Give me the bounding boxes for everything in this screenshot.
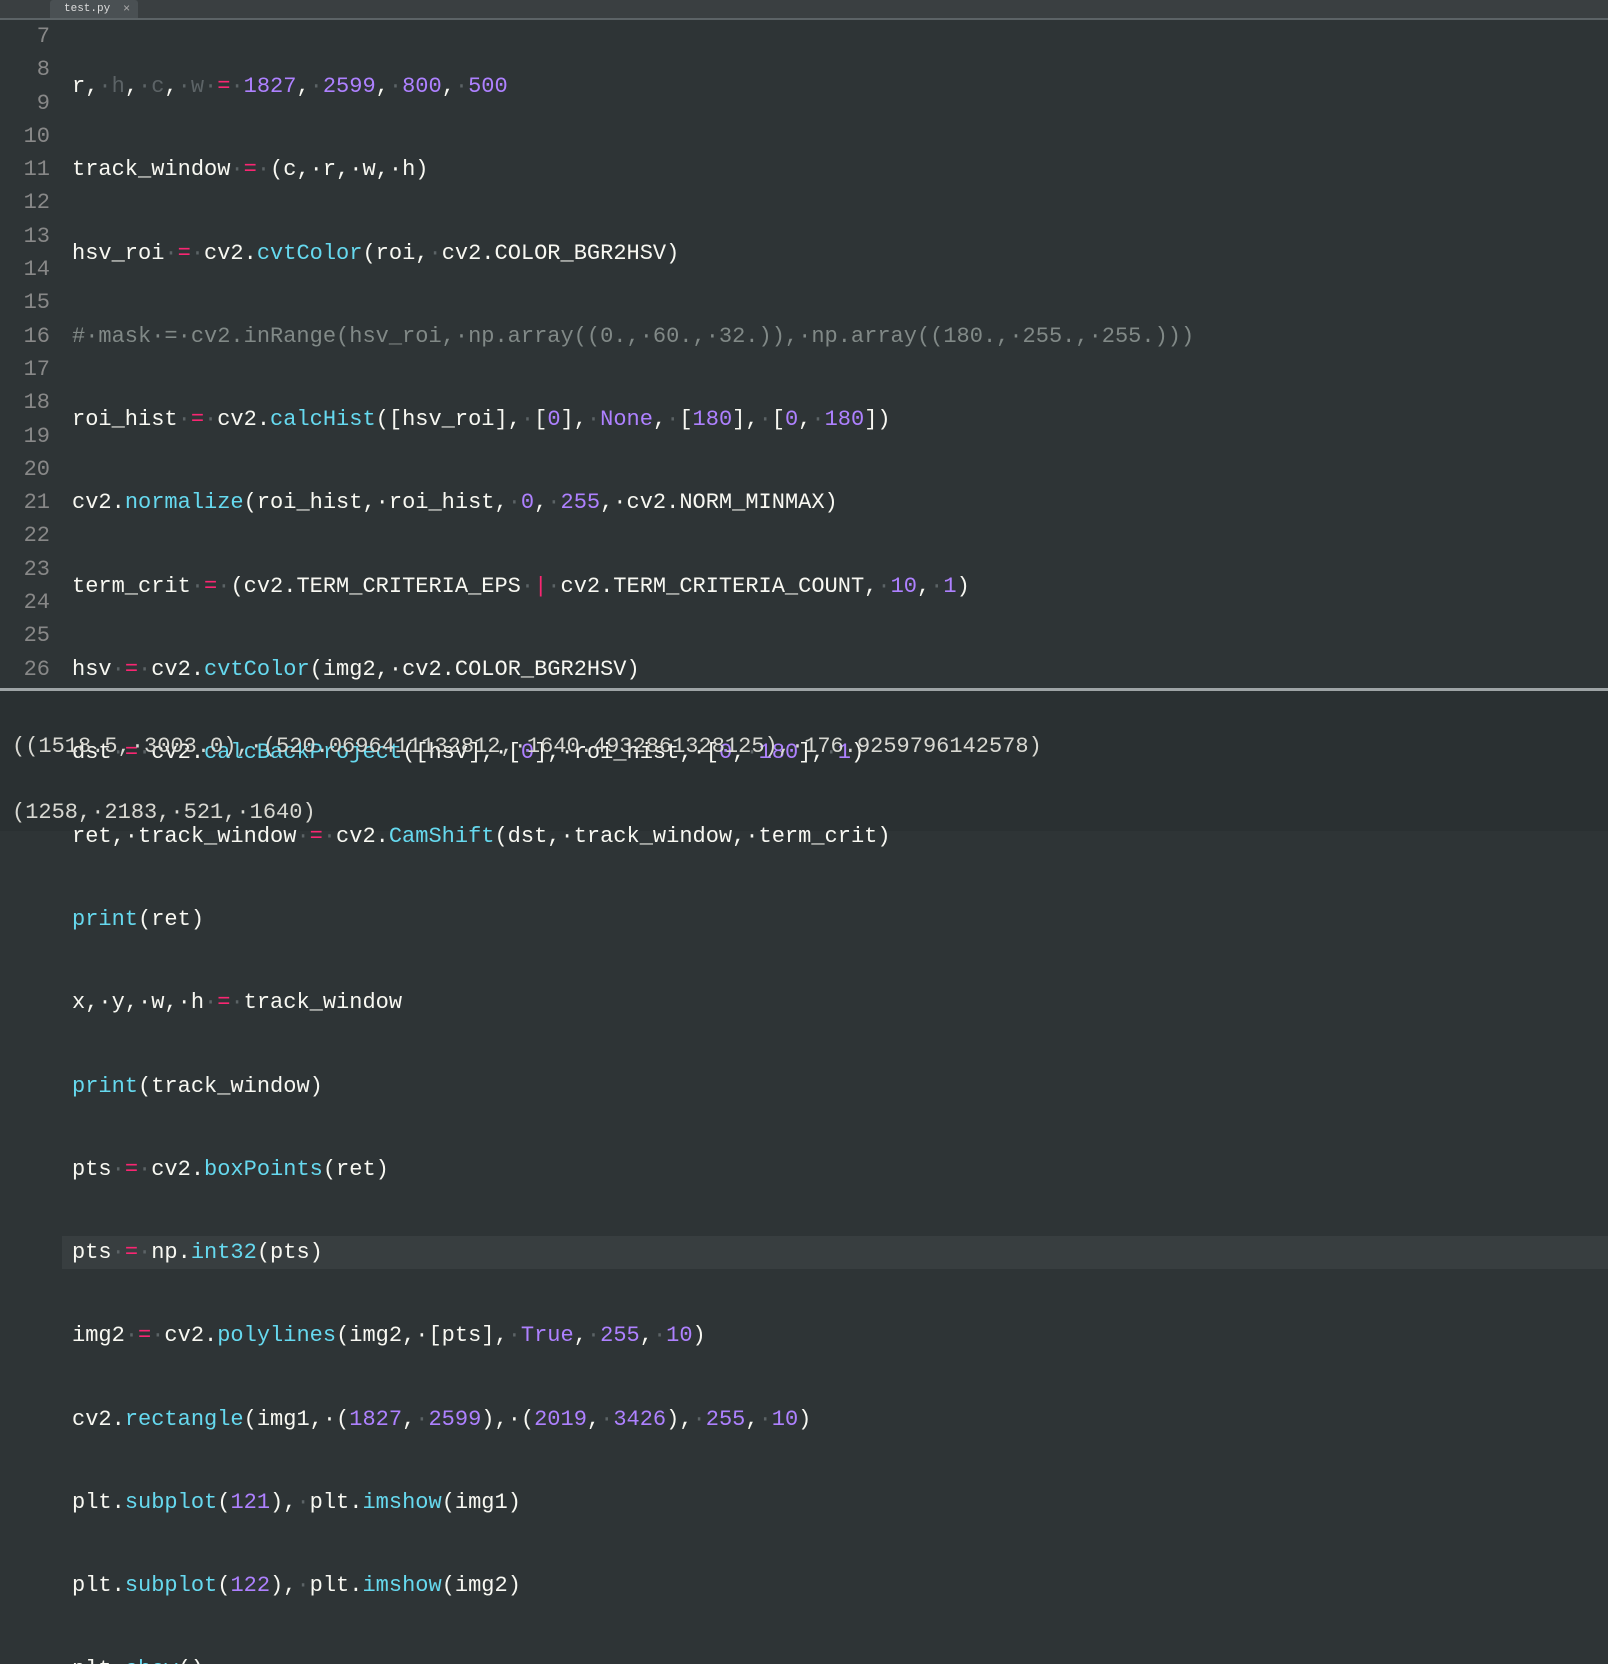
code-line: hsv_roi·=·cv2.cvtColor(roi,·cv2.COLOR_BG…: [62, 237, 1608, 270]
code-line: plt.subplot(121),·plt.imshow(img1): [62, 1486, 1608, 1519]
code-line: hsv·=·cv2.cvtColor(img2,·cv2.COLOR_BGR2H…: [62, 653, 1608, 686]
code-line: r,·h,·c,·w·=·1827,·2599,·800,·500: [62, 70, 1608, 103]
line-number: 12: [0, 186, 50, 219]
line-number: 22: [0, 519, 50, 552]
line-number: 15: [0, 286, 50, 319]
line-number: 20: [0, 453, 50, 486]
line-number: 13: [0, 220, 50, 253]
code-line: print(track_window): [62, 1070, 1608, 1103]
code-line: #·mask·=·cv2.inRange(hsv_roi,·np.array((…: [62, 320, 1608, 353]
code-line: x,·y,·w,·h·=·track_window: [62, 986, 1608, 1019]
line-number: 21: [0, 486, 50, 519]
code-editor[interactable]: 7891011121314151617181920212223242526 r,…: [0, 20, 1608, 688]
line-number: 11: [0, 153, 50, 186]
code-line-current: pts·=·np.int32(pts): [62, 1236, 1608, 1269]
code-line: print(ret): [62, 903, 1608, 936]
line-number: 9: [0, 87, 50, 120]
line-number: 10: [0, 120, 50, 153]
code-line: term_crit·=·(cv2.TERM_CRITERIA_EPS·|·cv2…: [62, 570, 1608, 603]
line-number: 7: [0, 20, 50, 53]
code-line: track_window·=·(c,·r,·w,·h): [62, 153, 1608, 186]
code-line: roi_hist·=·cv2.calcHist([hsv_roi],·[0],·…: [62, 403, 1608, 436]
code-line: plt.show(): [62, 1653, 1608, 1664]
line-number: 24: [0, 586, 50, 619]
code-line: pts·=·cv2.boxPoints(ret): [62, 1153, 1608, 1186]
tab-filename: test.py: [64, 3, 110, 15]
code-line: plt.subplot(122),·plt.imshow(img2): [62, 1569, 1608, 1602]
code-area[interactable]: r,·h,·c,·w·=·1827,·2599,·800,·500 track_…: [62, 20, 1608, 688]
code-line: cv2.normalize(roi_hist,·roi_hist,·0,·255…: [62, 486, 1608, 519]
file-tab[interactable]: test.py ×: [50, 0, 138, 18]
line-number: 8: [0, 53, 50, 86]
line-number: 19: [0, 420, 50, 453]
line-number: 18: [0, 386, 50, 419]
code-line: img2·=·cv2.polylines(img2,·[pts],·True,·…: [62, 1319, 1608, 1352]
gutter: 7891011121314151617181920212223242526: [0, 20, 62, 688]
close-icon[interactable]: ×: [123, 2, 130, 16]
line-number: 14: [0, 253, 50, 286]
tab-bar: test.py ×: [0, 0, 1608, 20]
line-number: 17: [0, 353, 50, 386]
line-number: 25: [0, 619, 50, 652]
code-line: cv2.rectangle(img1,·(1827,·2599),·(2019,…: [62, 1403, 1608, 1436]
line-number: 26: [0, 653, 50, 686]
line-number: 23: [0, 553, 50, 586]
line-number: 16: [0, 320, 50, 353]
